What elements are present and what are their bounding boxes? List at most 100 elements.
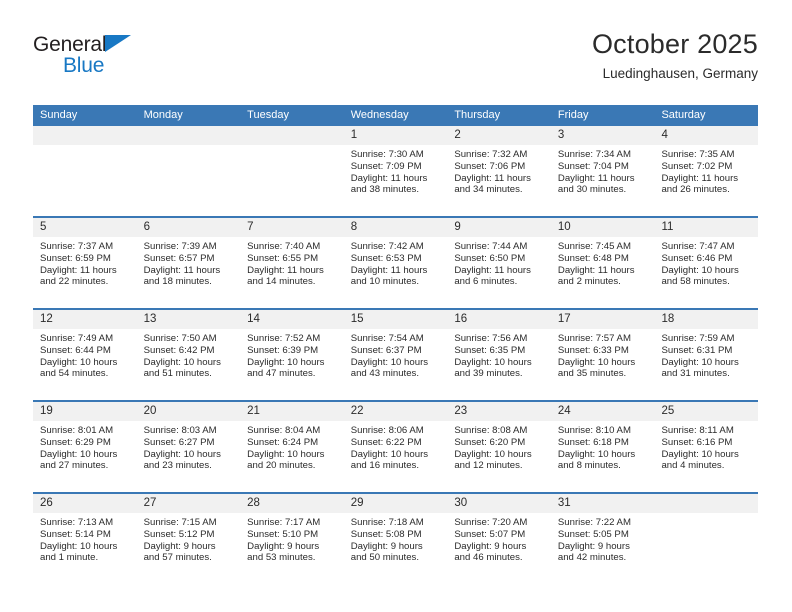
day-cell[interactable]: Sunrise: 8:10 AM Sunset: 6:18 PM Daylight:… (551, 421, 655, 492)
sunset-text: Sunset: 5:12 PM (143, 528, 215, 540)
sunset-text: Sunset: 6:22 PM (350, 436, 422, 448)
day-number[interactable]: 26 (33, 494, 137, 513)
day-number[interactable]: 2 (447, 126, 551, 145)
day-cell[interactable]: Sunrise: 8:06 AM Sunset: 6:22 PM Daylight:… (344, 421, 448, 492)
sunset-text: Sunset: 5:05 PM (557, 528, 629, 540)
day-number[interactable]: 31 (551, 494, 655, 513)
day-cell[interactable]: Sunrise: 7:45 AM Sunset: 6:48 PM Daylight:… (551, 237, 655, 308)
day-number[interactable]: 9 (447, 218, 551, 237)
daylight-text: Daylight: 10 hours and 51 minutes. (143, 356, 221, 380)
sunrise-text: Sunrise: 8:03 AM (143, 425, 217, 436)
day-number[interactable]: 4 (654, 126, 758, 145)
day-cell-empty (240, 145, 344, 216)
day-cell[interactable]: Sunrise: 7:54 AM Sunset: 6:37 PM Daylight:… (344, 329, 448, 400)
day-cell[interactable]: Sunrise: 7:32 AM Sunset: 7:06 PM Daylight:… (447, 145, 551, 216)
day-cell[interactable]: Sunrise: 7:17 AM Sunset: 5:10 PM Daylight:… (240, 513, 344, 584)
day-cell[interactable]: Sunrise: 7:40 AM Sunset: 6:55 PM Daylight:… (240, 237, 344, 308)
day-cell[interactable]: Sunrise: 7:15 AM Sunset: 5:12 PM Daylight:… (137, 513, 241, 584)
day-cell[interactable]: Sunrise: 7:34 AM Sunset: 7:04 PM Daylight:… (551, 145, 655, 216)
day-cell-empty (33, 145, 137, 216)
day-number[interactable]: 5 (33, 218, 137, 237)
daylight-text: Daylight: 10 hours and 31 minutes. (661, 356, 739, 380)
generalblue-logo[interactable]: General Blue (33, 26, 153, 82)
day-number[interactable]: 1 (344, 126, 448, 145)
calendar-weeks: 1 2 3 4 Sunrise: 7:30 AM Sunset: 7:09 PM Dayli… (33, 126, 758, 584)
day-cell[interactable]: Sunrise: 8:01 AM Sunset: 6:29 PM Daylight:… (33, 421, 137, 492)
day-detail-row: Sunrise: 7:13 AM Sunset: 5:14 PM Daylight:… (33, 513, 758, 584)
day-number[interactable]: 19 (33, 402, 137, 421)
sunrise-text: Sunrise: 8:11 AM (661, 425, 734, 436)
day-number[interactable]: 7 (240, 218, 344, 237)
day-number[interactable]: 14 (240, 310, 344, 329)
calendar-page: General Blue October 2025 Luedinghausen,… (0, 0, 792, 612)
daylight-text: Daylight: 9 hours and 42 minutes. (557, 540, 630, 564)
weekday-header-thursday: Thursday (454, 109, 501, 121)
day-number[interactable]: 29 (344, 494, 448, 513)
day-number[interactable]: 16 (447, 310, 551, 329)
sunrise-text: Sunrise: 7:20 AM (454, 517, 528, 528)
sunrise-text: Sunrise: 7:32 AM (454, 149, 528, 160)
sunset-text: Sunset: 6:44 PM (40, 344, 111, 356)
day-cell[interactable]: Sunrise: 7:44 AM Sunset: 6:50 PM Daylight:… (447, 237, 551, 308)
day-number[interactable]: 6 (137, 218, 241, 237)
daylight-text: Daylight: 11 hours and 22 minutes. (40, 264, 117, 288)
calendar-week-row: 19 20 21 22 23 24 25 Sunrise: 8:01 AM Sunset: 6:… (33, 400, 758, 492)
day-cell[interactable]: Sunrise: 7:30 AM Sunset: 7:09 PM Daylight:… (344, 145, 448, 216)
day-number[interactable]: 22 (344, 402, 448, 421)
weekday-header-tuesday: Tuesday (247, 109, 289, 121)
day-number-empty (137, 126, 241, 145)
day-cell[interactable]: Sunrise: 7:20 AM Sunset: 5:07 PM Daylight:… (447, 513, 551, 584)
day-number[interactable]: 24 (551, 402, 655, 421)
daylight-text: Daylight: 10 hours and 1 minute. (40, 540, 118, 564)
day-cell[interactable]: Sunrise: 7:47 AM Sunset: 6:46 PM Daylight:… (654, 237, 758, 308)
daylight-text: Daylight: 11 hours and 14 minutes. (247, 264, 324, 288)
day-cell[interactable]: Sunrise: 7:37 AM Sunset: 6:59 PM Daylight:… (33, 237, 137, 308)
day-cell[interactable]: Sunrise: 8:03 AM Sunset: 6:27 PM Daylight:… (137, 421, 241, 492)
day-cell[interactable]: Sunrise: 8:11 AM Sunset: 6:16 PM Daylight:… (654, 421, 758, 492)
sunrise-text: Sunrise: 7:18 AM (350, 517, 424, 528)
day-cell[interactable]: Sunrise: 7:49 AM Sunset: 6:44 PM Daylight:… (33, 329, 137, 400)
day-number[interactable]: 20 (137, 402, 241, 421)
day-number[interactable]: 23 (447, 402, 551, 421)
day-number[interactable]: 11 (654, 218, 758, 237)
sunrise-text: Sunrise: 7:50 AM (143, 333, 217, 344)
day-cell[interactable]: Sunrise: 7:42 AM Sunset: 6:53 PM Daylight:… (344, 237, 448, 308)
day-number[interactable]: 12 (33, 310, 137, 329)
day-number[interactable]: 10 (551, 218, 655, 237)
day-number[interactable]: 3 (551, 126, 655, 145)
day-cell[interactable]: Sunrise: 7:22 AM Sunset: 5:05 PM Daylight:… (551, 513, 655, 584)
calendar-grid: Sunday Monday Tuesday Wednesday Thursday Frid… (33, 105, 758, 584)
daylight-text: Daylight: 9 hours and 53 minutes. (247, 540, 320, 564)
day-number[interactable]: 18 (654, 310, 758, 329)
sunrise-text: Sunrise: 7:22 AM (557, 517, 631, 528)
day-number[interactable]: 28 (240, 494, 344, 513)
day-number-row: 12 13 14 15 16 17 18 (33, 310, 758, 329)
day-number[interactable]: 15 (344, 310, 448, 329)
sunrise-text: Sunrise: 7:39 AM (143, 241, 217, 252)
page-subtitle: Luedinghausen, Germany (602, 66, 758, 81)
day-cell[interactable]: Sunrise: 7:13 AM Sunset: 5:14 PM Daylight:… (33, 513, 137, 584)
day-cell[interactable]: Sunrise: 7:35 AM Sunset: 7:02 PM Daylight:… (654, 145, 758, 216)
day-number[interactable]: 8 (344, 218, 448, 237)
day-cell[interactable]: Sunrise: 7:52 AM Sunset: 6:39 PM Daylight:… (240, 329, 344, 400)
day-number[interactable]: 13 (137, 310, 241, 329)
daylight-text: Daylight: 10 hours and 58 minutes. (661, 264, 739, 288)
day-cell[interactable]: Sunrise: 7:50 AM Sunset: 6:42 PM Daylight:… (137, 329, 241, 400)
day-cell[interactable]: Sunrise: 7:57 AM Sunset: 6:33 PM Daylight:… (551, 329, 655, 400)
sunrise-text: Sunrise: 7:56 AM (454, 333, 528, 344)
day-cell[interactable]: Sunrise: 8:08 AM Sunset: 6:20 PM Daylight:… (447, 421, 551, 492)
day-cell[interactable]: Sunrise: 7:39 AM Sunset: 6:57 PM Daylight:… (137, 237, 241, 308)
day-cell[interactable]: Sunrise: 7:18 AM Sunset: 5:08 PM Daylight:… (344, 513, 448, 584)
day-number[interactable]: 27 (137, 494, 241, 513)
day-cell[interactable]: Sunrise: 8:04 AM Sunset: 6:24 PM Daylight:… (240, 421, 344, 492)
sunset-text: Sunset: 6:18 PM (557, 436, 629, 448)
daylight-text: Daylight: 10 hours and 54 minutes. (40, 356, 118, 380)
day-number-empty (33, 126, 137, 145)
day-cell[interactable]: Sunrise: 7:56 AM Sunset: 6:35 PM Daylight:… (447, 329, 551, 400)
day-cell[interactable]: Sunrise: 7:59 AM Sunset: 6:31 PM Daylight:… (654, 329, 758, 400)
daylight-text: Daylight: 10 hours and 16 minutes. (350, 448, 429, 472)
day-number[interactable]: 17 (551, 310, 655, 329)
day-number[interactable]: 30 (447, 494, 551, 513)
day-number[interactable]: 25 (654, 402, 758, 421)
day-number[interactable]: 21 (240, 402, 344, 421)
